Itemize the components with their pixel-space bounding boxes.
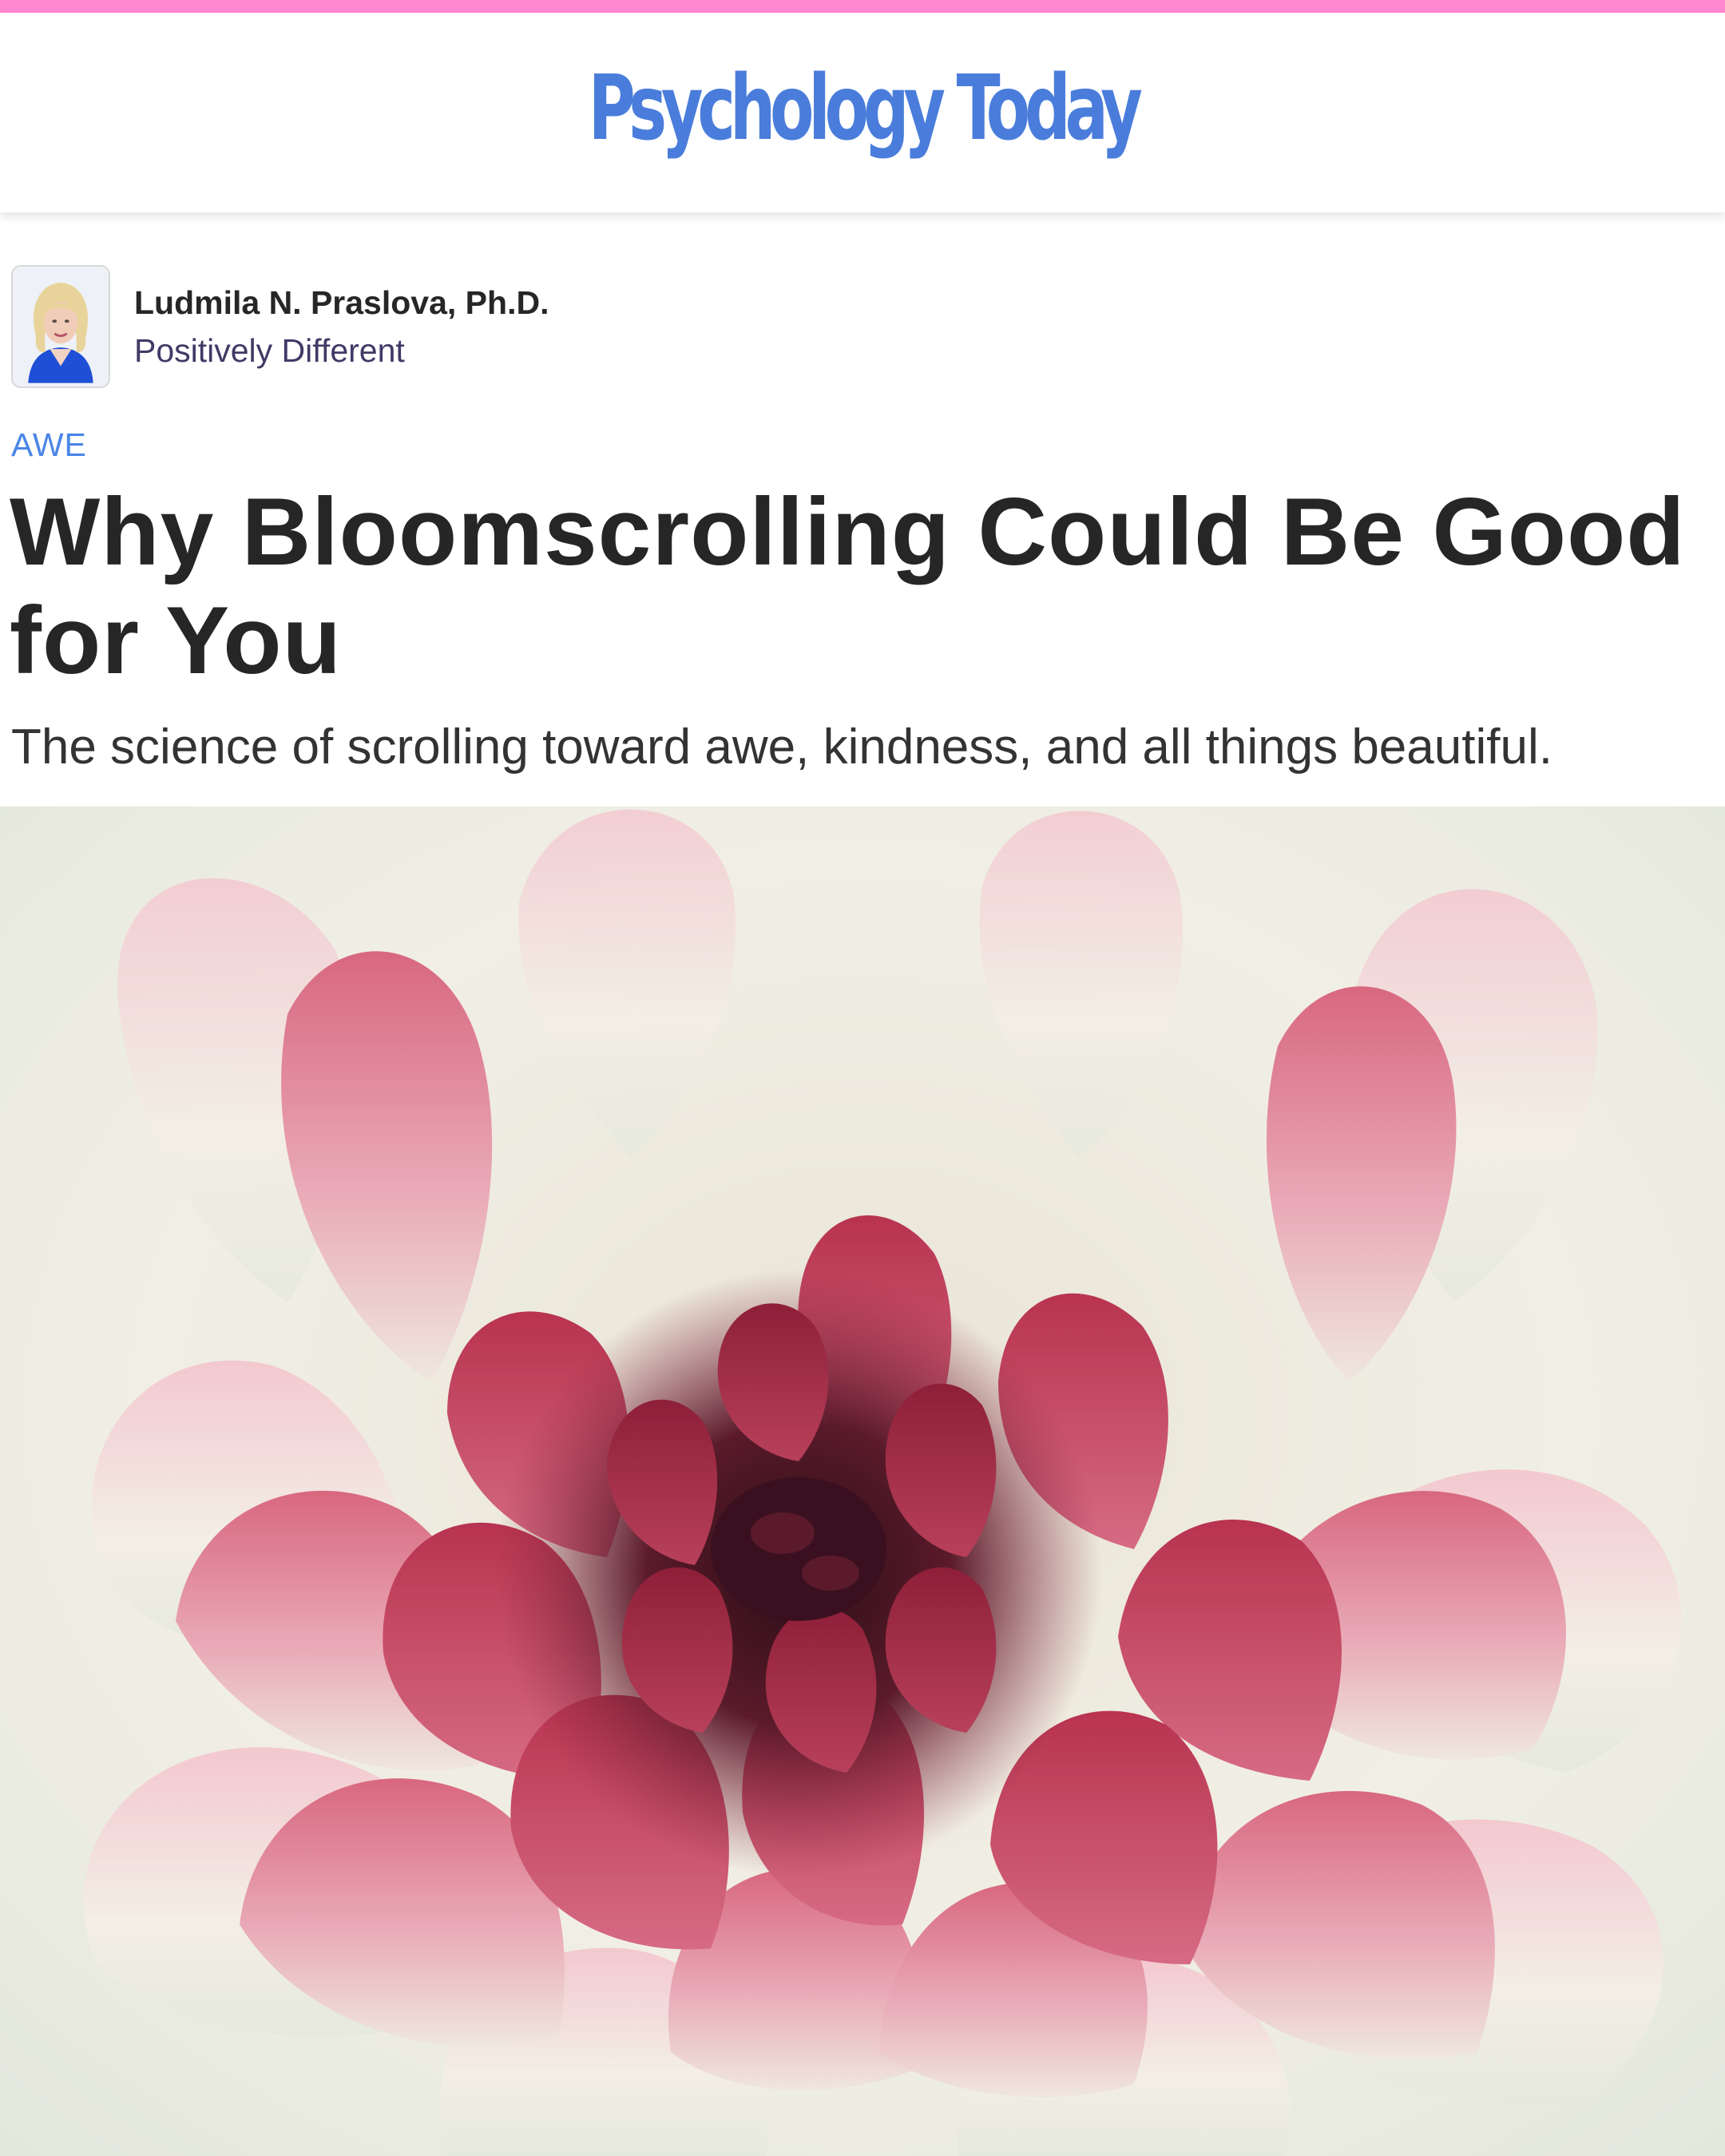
author-blog-name[interactable]: Positively Different (134, 327, 549, 375)
top-accent-bar (0, 0, 1725, 13)
topic-tag[interactable]: AWE (11, 426, 87, 464)
site-logo[interactable]: Psychology Today (589, 57, 1143, 161)
dahlia-flower-image (0, 807, 1725, 2156)
author-name[interactable]: Ludmila N. Praslova, Ph.D. (134, 279, 549, 327)
author-text: Ludmila N. Praslova, Ph.D. Positively Di… (134, 279, 549, 375)
site-header: Psychology Today (0, 13, 1725, 212)
article-subtitle: The science of scrolling toward awe, kin… (11, 719, 1552, 775)
avatar[interactable] (11, 265, 110, 388)
hero-image (0, 807, 1725, 2156)
author-block: Ludmila N. Praslova, Ph.D. Positively Di… (11, 265, 549, 388)
article-title: Why Bloomscrolling Could Be Good for You (10, 478, 1686, 694)
